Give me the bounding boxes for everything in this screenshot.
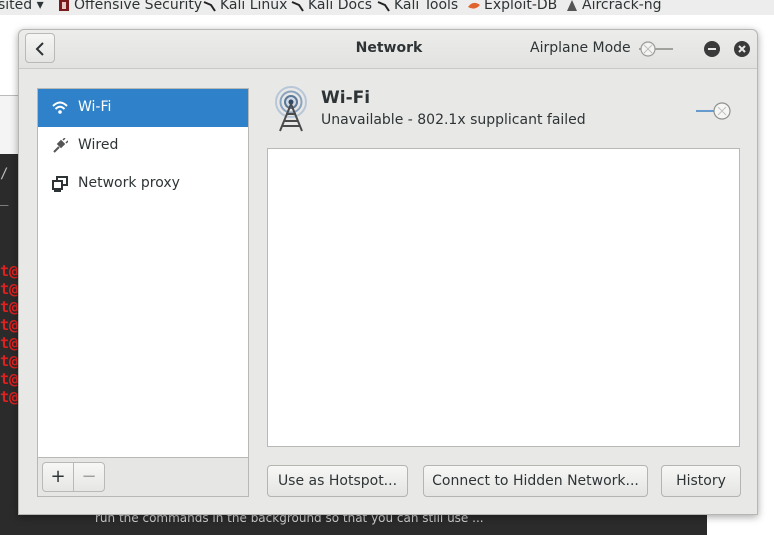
bookmark-label: Kali Linux	[220, 0, 288, 13]
wireless-antenna-icon	[275, 86, 307, 132]
aircrack-icon	[565, 0, 579, 12]
bookmarks-bar: sited ▾ Offensive Security Kali Linux Ka…	[0, 0, 774, 15]
bookmark-exploit-db[interactable]: Exploit-DB	[467, 0, 557, 12]
terminal-prompt-lines: t@ t@ t@ t@ t@ t@ t@ t@	[0, 262, 18, 406]
bookmark-label: sited	[0, 0, 33, 13]
history-button[interactable]: History	[661, 465, 741, 497]
wifi-icon	[52, 101, 68, 114]
sidebar-item-label: Network proxy	[78, 175, 180, 191]
header-bar: Network Airplane Mode	[19, 30, 757, 69]
remove-connection-button[interactable]: −	[73, 462, 105, 492]
terminal-prompt: t@	[0, 352, 19, 370]
wifi-status: Unavailable - 802.1x supplicant failed	[321, 112, 586, 128]
wired-plug-icon	[53, 138, 68, 153]
add-connection-button[interactable]: +	[42, 462, 74, 492]
wifi-title: Wi-Fi	[321, 88, 371, 108]
terminal-prompt: t@	[0, 298, 19, 316]
airplane-mode-label: Airplane Mode	[530, 40, 631, 56]
bookmark-label: Kali Tools	[394, 0, 459, 13]
background-window-edge	[0, 95, 20, 154]
terminal-prompt: t@	[0, 262, 19, 280]
use-as-hotspot-button[interactable]: Use as Hotspot...	[267, 465, 408, 497]
bookmark-kali-docs[interactable]: Kali Docs	[291, 0, 372, 12]
terminal-prompt: t@	[0, 370, 19, 388]
network-sidebar: Wi-Fi Wired Network proxy	[37, 88, 249, 458]
terminal-prompt: t@	[0, 316, 19, 334]
sidebar-item-label: Wired	[78, 137, 119, 153]
bookmark-folder-visited[interactable]: sited ▾	[0, 0, 44, 12]
terminal-prompt: t@	[0, 280, 19, 298]
bookmark-label: Aircrack-ng	[582, 0, 662, 13]
sidebar-item-network-proxy[interactable]: Network proxy	[38, 165, 248, 203]
exploit-db-icon	[467, 0, 481, 12]
minimize-icon	[708, 48, 716, 50]
sidebar-item-wired[interactable]: Wired	[38, 127, 248, 165]
terminal-fragment: _	[0, 190, 9, 206]
network-dialog: Network Airplane Mode Wi-Fi Wired Networ…	[18, 29, 758, 515]
network-proxy-icon	[52, 176, 68, 192]
terminal-prompt: t@	[0, 388, 19, 406]
bookmark-label: Kali Docs	[308, 0, 373, 13]
sidebar-item-wifi[interactable]: Wi-Fi	[38, 89, 248, 127]
sidebar-toolbar: + −	[37, 458, 249, 497]
offsec-icon	[57, 0, 71, 12]
wifi-switch[interactable]	[694, 100, 734, 122]
bookmark-kali-linux[interactable]: Kali Linux	[203, 0, 287, 12]
kali-dragon-icon	[291, 0, 305, 12]
airplane-mode-switch[interactable]	[637, 40, 677, 58]
sidebar-item-label: Wi-Fi	[78, 99, 112, 115]
terminal-prompt: t@	[0, 334, 19, 352]
bookmark-kali-tools[interactable]: Kali Tools	[377, 0, 458, 12]
close-button[interactable]	[734, 41, 750, 57]
bookmark-label: Exploit-DB	[484, 0, 558, 13]
chevron-down-icon: ▾	[32, 0, 44, 13]
wifi-network-list	[267, 148, 740, 447]
close-icon	[738, 45, 746, 53]
bookmark-offensive-security[interactable]: Offensive Security	[57, 0, 202, 12]
connect-hidden-network-button[interactable]: Connect to Hidden Network...	[423, 465, 648, 497]
bookmark-label: Offensive Security	[74, 0, 203, 13]
bookmark-aircrack-ng[interactable]: Aircrack-ng	[565, 0, 662, 12]
terminal-fragment: /	[0, 166, 9, 182]
kali-dragon-icon	[377, 0, 391, 12]
minimize-button[interactable]	[704, 41, 720, 57]
kali-dragon-icon	[203, 0, 217, 12]
